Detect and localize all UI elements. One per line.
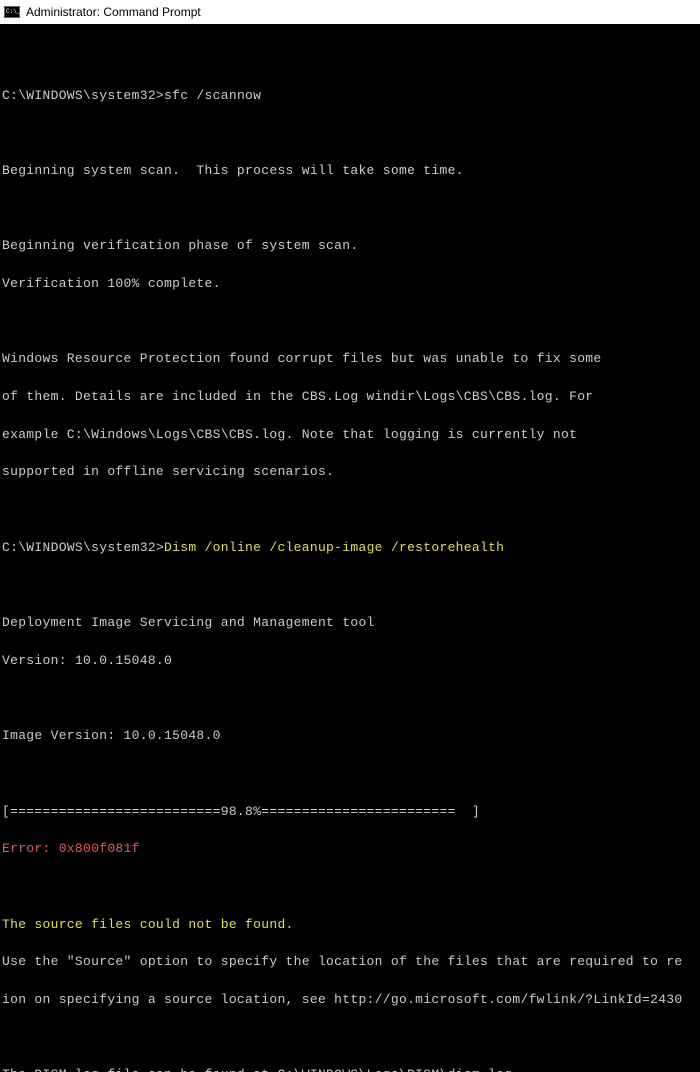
empty-line — [2, 501, 698, 520]
output-line: of them. Details are included in the CBS… — [2, 388, 698, 407]
window-titlebar[interactable]: Administrator: Command Prompt — [0, 0, 700, 24]
progress-bar: [==========================98.8%========… — [2, 803, 698, 822]
window-title: Administrator: Command Prompt — [26, 5, 201, 19]
output-line: supported in offline servicing scenarios… — [2, 463, 698, 482]
output-line: ion on specifying a source location, see… — [2, 991, 698, 1010]
command-dism: Dism /online /cleanup-image /restoreheal… — [164, 540, 504, 555]
terminal-output[interactable]: C:\WINDOWS\system32>sfc /scannow Beginni… — [0, 24, 700, 1072]
command-sfc: sfc /scannow — [164, 88, 261, 103]
output-line: example C:\Windows\Logs\CBS\CBS.log. Not… — [2, 426, 698, 445]
empty-line — [2, 313, 698, 332]
empty-line — [2, 1029, 698, 1048]
output-line: Beginning verification phase of system s… — [2, 237, 698, 256]
output-line: The DISM log file can be found at C:\WIN… — [2, 1066, 698, 1072]
output-line: Image Version: 10.0.15048.0 — [2, 727, 698, 746]
empty-line — [2, 576, 698, 595]
output-line: Use the "Source" option to specify the l… — [2, 953, 698, 972]
prompt-line: C:\WINDOWS\system32>Dism /online /cleanu… — [2, 539, 698, 558]
error-message: The source files could not be found. — [2, 916, 698, 935]
prompt-path: C:\WINDOWS\system32> — [2, 540, 164, 555]
prompt-path: C:\WINDOWS\system32> — [2, 88, 164, 103]
output-line: Version: 10.0.15048.0 — [2, 652, 698, 671]
empty-line — [2, 878, 698, 897]
output-line: Deployment Image Servicing and Managemen… — [2, 614, 698, 633]
output-line: Beginning system scan. This process will… — [2, 162, 698, 181]
empty-line — [2, 690, 698, 709]
empty-line — [2, 765, 698, 784]
output-line: Verification 100% complete. — [2, 275, 698, 294]
cmd-icon — [4, 6, 20, 18]
empty-line — [2, 124, 698, 143]
error-code: Error: 0x800f081f — [2, 840, 698, 859]
empty-line — [2, 200, 698, 219]
empty-line — [2, 49, 698, 68]
output-line: Windows Resource Protection found corrup… — [2, 350, 698, 369]
prompt-line: C:\WINDOWS\system32>sfc /scannow — [2, 87, 698, 106]
